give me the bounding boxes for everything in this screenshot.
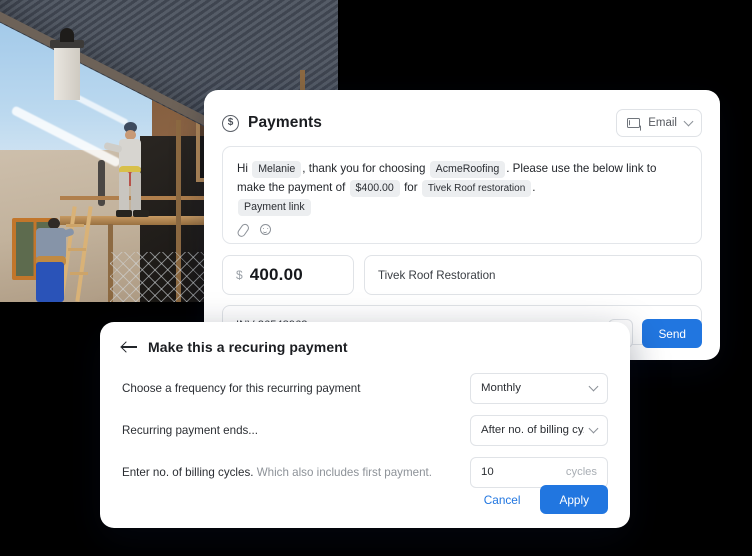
chevron-down-icon [588,423,599,434]
recurring-dialog-title: Make this a recuring payment [148,339,348,355]
photo-ladder-step [70,272,88,275]
cycles-label-hint: Which also includes first payment. [256,465,432,479]
pill-customer-name[interactable]: Melanie [252,161,302,178]
channel-select[interactable]: Email [616,109,702,137]
cycles-suffix: cycles [565,466,597,478]
cycles-input[interactable]: 10 cycles [470,456,608,488]
frequency-value: Monthly [481,382,521,394]
ends-label: Recurring payment ends... [122,423,258,437]
cycles-value: 10 [481,466,494,478]
message-composer[interactable]: Hi Melanie, thank you for choosing AcmeR… [222,146,702,244]
cycles-label-main: Enter no. of billing cycles. [122,465,254,479]
message-part-2: , thank you for choosing [302,162,426,175]
ends-select[interactable]: After no. of billing cy... [470,414,608,446]
page-title: Payments [248,114,323,131]
recurring-dialog-footer: Cancel Apply [476,485,608,514]
amount-field[interactable]: $ 400.00 [222,255,354,295]
apply-button[interactable]: Apply [540,485,608,514]
photo-ladder-step [68,248,86,251]
amount-value: 400.00 [249,265,303,284]
message-part-4: of [335,181,346,194]
recurring-payment-dialog: Make this a recuring payment Choose a fr… [100,322,630,528]
pill-payment-link[interactable]: Payment link [238,199,311,216]
pill-amount[interactable]: $400.00 [349,180,400,197]
emoji-icon[interactable] [260,223,271,235]
description-field[interactable]: Tivek Roof Restoration [364,255,702,295]
message-part-5: for [404,181,418,194]
currency-symbol: $ [236,268,243,282]
composer-toolbar [237,223,687,235]
envelope-icon [627,118,641,128]
send-button[interactable]: Send [642,319,702,348]
payments-card-header: $ Payments Email [204,90,720,140]
description-value: Tivek Roof Restoration [378,268,496,282]
recurring-dialog-header: Make this a recuring payment [100,322,630,355]
ends-row: Recurring payment ends... After no. of b… [122,409,608,451]
payments-title-group: $ Payments [222,114,322,132]
cancel-button[interactable]: Cancel [476,487,529,513]
photo-worker-boot [116,210,132,217]
attachment-icon[interactable] [235,221,252,238]
dollar-circle-icon: $ [222,114,239,132]
screenshot-root: $ Payments Email Hi Melanie, thank you f… [0,0,752,556]
photo-chimney-pipe [60,28,74,42]
photo-worker-jeans [36,262,64,302]
recurring-dialog-rows: Choose a frequency for this recurring pa… [100,355,630,493]
frequency-row: Choose a frequency for this recurring pa… [122,367,608,409]
frequency-select[interactable]: Monthly [470,372,608,404]
ends-value: After no. of billing cy... [481,424,584,436]
amount-description-row: $ 400.00 Tivek Roof Restoration [222,255,702,295]
cycles-label: Enter no. of billing cycles. Which also … [122,466,432,479]
chevron-down-icon [588,381,599,392]
frequency-label: Choose a frequency for this recurring pa… [122,381,361,395]
back-arrow-icon[interactable] [122,342,137,353]
message-part-1: Hi [237,162,248,175]
photo-chimney [54,46,80,100]
pill-service[interactable]: Tivek Roof restoration [421,180,532,197]
pill-company-name[interactable]: AcmeRoofing [429,161,506,178]
message-part-6: . [532,181,536,194]
photo-worker-boot [133,210,149,217]
payments-card: $ Payments Email Hi Melanie, thank you f… [204,90,720,360]
channel-select-label: Email [648,117,677,129]
message-text: Hi Melanie, thank you for choosing AcmeR… [237,159,687,216]
photo-ladder-step [66,224,84,227]
chevron-down-icon [683,116,694,127]
